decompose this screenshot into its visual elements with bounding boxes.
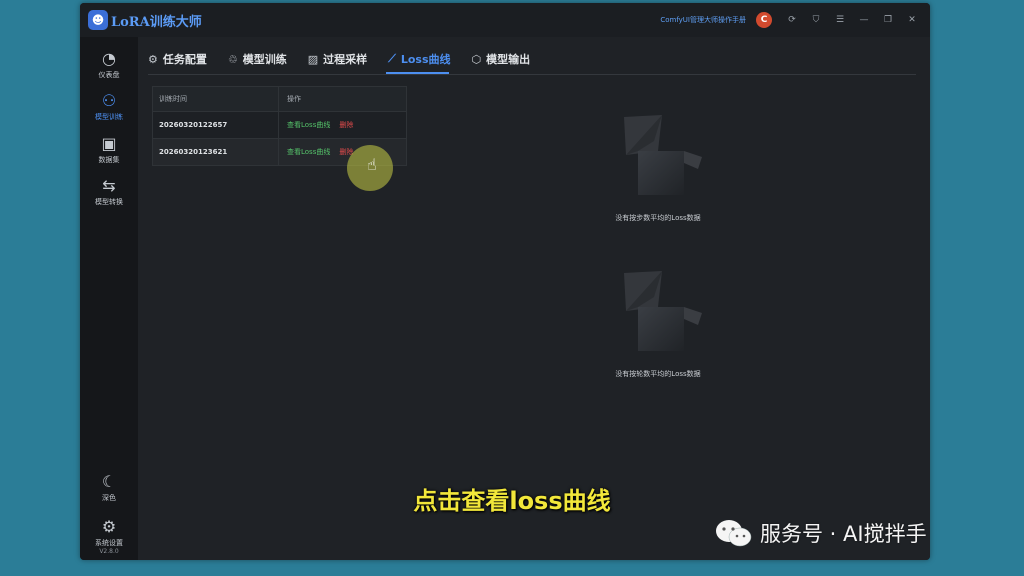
table-row: 20260320122657 查看Loss曲线 删除 — [153, 111, 406, 138]
empty-state-text: 没有按步数平均的Loss数据 — [615, 214, 701, 222]
gear-icon: ⚙ — [148, 52, 158, 66]
tab-task-config[interactable]: ⚙ 任务配置 — [148, 51, 207, 67]
restore-icon[interactable]: ❐ — [876, 15, 900, 25]
sidebar-item-dashboard[interactable]: ◔ 仪表盘 — [80, 50, 138, 80]
close-icon[interactable]: ✕ — [900, 15, 924, 25]
recycle-icon: ♲ — [227, 52, 238, 66]
tab-label: Loss曲线 — [400, 53, 451, 66]
tab-model-train[interactable]: ♲ 模型训练 — [228, 51, 287, 67]
sidebar-item-label: 数据集 — [98, 156, 120, 164]
sidebar-item-convert[interactable]: ⇆ 模型转换 — [80, 177, 138, 207]
watermark: 服务号 · AI搅拌手 — [714, 518, 927, 548]
refresh-icon[interactable]: ⟳ — [780, 15, 804, 25]
sidebar-item-label: 仪表盘 — [98, 71, 120, 79]
image-dataset-icon: ▣ — [101, 134, 117, 153]
header-actions: 操作 — [287, 95, 301, 103]
sidebar-item-dataset[interactable]: ▣ 数据集 — [80, 135, 138, 165]
empty-state-epoch-loss: 没有按轮数平均的Loss数据 — [558, 267, 758, 379]
tab-label: 模型训练 — [242, 53, 287, 66]
brand-avatar-icon[interactable]: C — [756, 12, 772, 28]
minimize-icon[interactable]: — — [852, 15, 876, 25]
gear-icon: ⚙ — [101, 517, 117, 536]
sidebar-item-model-train[interactable]: ⚇ 模型训练 — [80, 92, 138, 122]
empty-state-text: 没有按轮数平均的Loss数据 — [615, 370, 701, 378]
view-loss-curve-link[interactable]: 查看Loss曲线 — [287, 147, 330, 157]
menu-icon[interactable]: ☰ — [828, 15, 852, 25]
wechat-icon — [716, 520, 752, 547]
active-tab-indicator — [386, 72, 449, 74]
tab-label: 模型输出 — [486, 53, 531, 66]
line-chart-icon: ⟋ — [388, 52, 396, 65]
app-logo: ☻ LoRA训练大师 — [88, 10, 202, 30]
tab-loss-curve[interactable]: ⟋ Loss曲线 — [388, 51, 450, 67]
hand-cursor-icon: ☝ — [367, 155, 377, 174]
tab-bar: ⚙ 任务配置 ♲ 模型训练 ▨ 过程采样 ⟋ Loss曲线 ⬡ 模型输出 — [148, 51, 551, 67]
empty-state-step-loss: 没有按步数平均的Loss数据 — [558, 111, 758, 223]
version-label: V2.8.0 — [99, 548, 119, 555]
app-window: ☻ LoRA训练大师 ComfyUI管理大师操作手册 C ⟳ ⛉ ☰ — ❐ ✕… — [80, 3, 930, 560]
tab-label: 过程采样 — [323, 53, 368, 66]
empty-box-icon — [624, 115, 702, 195]
sidebar-item-label: 模型转换 — [95, 198, 123, 206]
delete-link[interactable]: 删除 — [339, 120, 353, 130]
video-subtitle: 点击查看loss曲线 — [413, 487, 611, 515]
watermark-text: 服务号 · AI搅拌手 — [760, 522, 927, 546]
shield-icon[interactable]: ⛉ — [804, 15, 828, 25]
convert-icon: ⇆ — [102, 176, 116, 195]
dashboard-gauge-icon: ◔ — [102, 49, 116, 68]
tab-label: 任务配置 — [162, 53, 207, 66]
tab-divider — [148, 74, 916, 75]
training-time-cell: 20260320122657 — [153, 112, 279, 138]
title-bar: ☻ LoRA训练大师 ComfyUI管理大师操作手册 C ⟳ ⛉ ☰ — ❐ ✕ — [80, 3, 930, 37]
training-time-cell: 20260320123621 — [153, 139, 279, 165]
model-train-icon: ⚇ — [101, 91, 117, 110]
actions-cell: 查看Loss曲线 删除 — [279, 120, 353, 130]
sidebar-item-settings[interactable]: ⚙ 系统设置 — [80, 518, 138, 548]
view-loss-curve-link[interactable]: 查看Loss曲线 — [287, 120, 330, 130]
tab-model-output[interactable]: ⬡ 模型输出 — [472, 51, 531, 67]
box-icon: ⬡ — [471, 52, 482, 66]
app-logo-text: LoRA训练大师 — [111, 14, 202, 30]
actions-cell: 查看Loss曲线 删除 — [279, 147, 353, 157]
sidebar-item-label: 模型训练 — [95, 113, 123, 121]
image-icon: ▨ — [307, 52, 319, 66]
tab-sampling[interactable]: ▨ 过程采样 — [308, 51, 367, 67]
manual-link[interactable]: ComfyUI管理大师操作手册 — [660, 15, 746, 25]
table-header-row: 训练时间 操作 — [153, 87, 406, 111]
header-training-time: 训练时间 — [153, 87, 279, 111]
sidebar-item-label: 系统设置 — [95, 539, 123, 547]
robot-logo-icon: ☻ — [88, 10, 108, 30]
empty-box-icon — [624, 271, 702, 351]
